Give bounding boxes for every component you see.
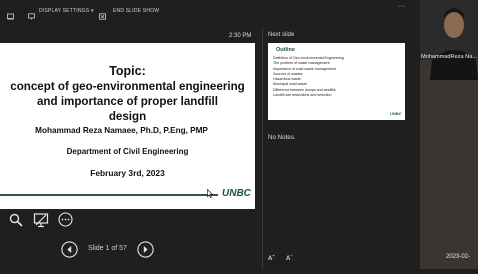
- zoom-search-icon[interactable]: [9, 213, 23, 232]
- list-item: Landfill site restrictions and selection: [273, 93, 332, 98]
- unbc-logo: UNBC: [222, 188, 251, 199]
- next-slide-label: Next slide: [268, 32, 295, 38]
- decrease-text-size-icon[interactable]: A−: [286, 253, 293, 262]
- display-settings-button[interactable]: DISPLAY SETTINGS ▾: [39, 8, 94, 14]
- display-settings-icon[interactable]: [28, 7, 35, 20]
- end-slide-show-icon[interactable]: [99, 7, 106, 20]
- slide-date: February 3rd, 2023: [90, 168, 165, 178]
- presentation-clock: 2:30 PM: [229, 33, 252, 39]
- presenter-toolbar: DISPLAY SETTINGS ▾ END SLIDE SHOW ···: [0, 0, 420, 22]
- next-slide-preview[interactable]: Outline Definition of Geo-environmental …: [268, 43, 405, 120]
- next-slide-button[interactable]: [137, 241, 154, 263]
- slide-footer-line: [0, 194, 218, 196]
- speaker-notes: No Notes.: [268, 134, 296, 141]
- more-tools-icon[interactable]: [58, 212, 73, 232]
- slide-author: Mohammad Reza Namaee, Ph.D, P.Eng, PMP: [35, 126, 208, 135]
- participant-name: MohammadReza Na...: [421, 54, 477, 60]
- next-slide-unbc-logo: UNBC: [390, 111, 402, 116]
- more-options-icon[interactable]: ···: [398, 3, 405, 10]
- previous-slide-button[interactable]: [61, 241, 78, 263]
- pane-divider[interactable]: [262, 28, 263, 269]
- slide-department: Department of Civil Engineering: [66, 147, 189, 156]
- slide-title: Topic:: [109, 64, 146, 78]
- recording-timestamp: 2023-02-: [446, 254, 471, 260]
- slide-subtitle-line-3: design: [108, 110, 147, 123]
- webcam-feed: [420, 0, 478, 269]
- screen-blackout-icon[interactable]: [33, 212, 49, 233]
- taskbar-icon[interactable]: [7, 7, 14, 20]
- next-slide-outline-list: Definition of Geo-environmental Engineer…: [273, 56, 344, 98]
- end-slide-show-button[interactable]: END SLIDE SHOW: [113, 8, 159, 14]
- increase-text-size-icon[interactable]: A+: [268, 253, 275, 262]
- current-slide[interactable]: Topic: concept of geo-environmental engi…: [0, 43, 255, 209]
- slide-subtitle-line-1: concept of geo-environmental engineering: [10, 80, 245, 93]
- slide-subtitle-line-2: and importance of proper landfill: [36, 95, 218, 108]
- next-slide-title: Outline: [276, 47, 295, 53]
- mouse-cursor-icon: [207, 185, 214, 203]
- slide-counter: Slide 1 of 57: [88, 245, 127, 252]
